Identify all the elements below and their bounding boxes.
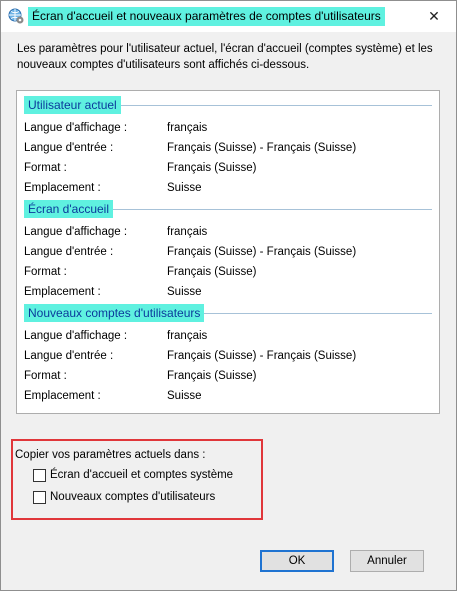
section-title: Nouveaux comptes d'utilisateurs (24, 304, 205, 322)
setting-value: Français (Suisse) (167, 266, 257, 278)
window-title: Écran d'accueil et nouveaux paramètres d… (28, 7, 385, 26)
setting-value: Suisse (167, 182, 202, 194)
setting-row: Format : Français (Suisse) (24, 160, 424, 176)
title-bar: Écran d'accueil et nouveaux paramètres d… (1, 1, 456, 32)
setting-value: Suisse (167, 390, 202, 402)
ok-button[interactable]: OK (260, 550, 334, 572)
checkbox-label: Nouveaux comptes d'utilisateurs (50, 491, 216, 503)
setting-row: Format : Français (Suisse) (24, 264, 424, 280)
setting-row: Emplacement : Suisse (24, 284, 424, 300)
section-title: Écran d'accueil (24, 200, 113, 218)
setting-value: français (167, 330, 208, 342)
section-welcome-screen: Écran d'accueil (24, 200, 432, 218)
setting-key: Format : (24, 162, 67, 174)
setting-key: Langue d'affichage : (24, 122, 128, 134)
setting-value: Français (Suisse) (167, 370, 257, 382)
setting-value: Français (Suisse) (167, 162, 257, 174)
settings-panel: Utilisateur actuel Langue d'affichage : f… (16, 90, 440, 414)
checkbox-label: Écran d'accueil et comptes système (50, 469, 234, 481)
setting-row: Emplacement : Suisse (24, 388, 424, 404)
setting-row: Langue d'affichage : français (24, 120, 424, 136)
setting-row: Format : Français (Suisse) (24, 368, 424, 384)
setting-key: Emplacement : (24, 390, 101, 402)
setting-key: Format : (24, 266, 67, 278)
section-current-user: Utilisateur actuel (24, 96, 432, 114)
setting-value: français (167, 226, 208, 238)
setting-value: Français (Suisse) - Français (Suisse) (167, 246, 357, 258)
setting-value: Suisse (167, 286, 202, 298)
setting-key: Langue d'entrée : (24, 246, 114, 258)
setting-key: Emplacement : (24, 286, 101, 298)
dialog-window: Écran d'accueil et nouveaux paramètres d… (0, 0, 457, 591)
setting-value: Français (Suisse) - Français (Suisse) (167, 350, 357, 362)
section-title: Utilisateur actuel (24, 96, 121, 114)
setting-key: Langue d'affichage : (24, 226, 128, 238)
setting-row: Langue d'affichage : français (24, 328, 424, 344)
setting-key: Langue d'entrée : (24, 142, 114, 154)
globe-settings-icon (8, 8, 24, 24)
setting-key: Format : (24, 370, 67, 382)
new-accounts-checkbox[interactable] (33, 491, 46, 504)
setting-row: Emplacement : Suisse (24, 180, 424, 196)
setting-key: Langue d'entrée : (24, 350, 114, 362)
close-button[interactable]: ✕ (412, 1, 456, 32)
close-icon: ✕ (428, 8, 440, 24)
setting-row: Langue d'affichage : français (24, 224, 424, 240)
cancel-button[interactable]: Annuler (350, 550, 424, 572)
setting-row: Langue d'entrée : Français (Suisse) - Fra… (24, 140, 424, 156)
copy-settings-label: Copier vos paramètres actuels dans : (15, 449, 206, 461)
section-new-user-accounts: Nouveaux comptes d'utilisateurs (24, 304, 432, 322)
welcome-screen-checkbox[interactable] (33, 469, 46, 482)
intro-text: Les paramètres pour l'utilisateur actuel… (17, 43, 433, 71)
setting-value: Français (Suisse) - Français (Suisse) (167, 142, 357, 154)
setting-key: Emplacement : (24, 182, 101, 194)
setting-row: Langue d'entrée : Français (Suisse) - Fra… (24, 244, 424, 260)
setting-value: français (167, 122, 208, 134)
setting-key: Langue d'affichage : (24, 330, 128, 342)
dialog-content: Les paramètres pour l'utilisateur actuel… (1, 32, 456, 590)
setting-row: Langue d'entrée : Français (Suisse) - Fra… (24, 348, 424, 364)
